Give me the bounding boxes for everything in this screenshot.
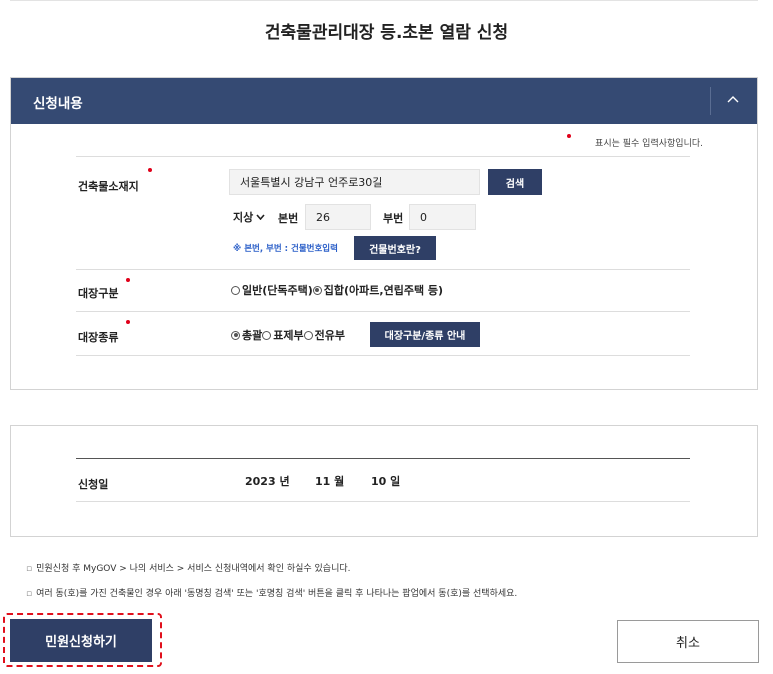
- required-marker: [126, 278, 130, 282]
- main-number-input[interactable]: 26: [305, 204, 371, 230]
- chevron-down-icon: [256, 214, 265, 220]
- ledger-category-label: 대장구분: [78, 287, 119, 300]
- lot-type-select[interactable]: 지상: [233, 204, 265, 230]
- bullet-icon: ▫: [26, 564, 33, 574]
- page-title: 건축물관리대장 등.초본 열람 신청: [264, 23, 509, 43]
- radio-circle-selected: [312, 285, 322, 295]
- notice-item: ▫ 여러 동(호)를 가진 건축물인 경우 아래 '동명칭 검색' 또는 '호명칭…: [26, 589, 518, 599]
- radio-circle-selected: [231, 330, 240, 340]
- form-top-divider: [76, 156, 690, 157]
- radio-circle: [303, 330, 313, 340]
- building-number-help-button[interactable]: 건물번호란?: [354, 236, 436, 260]
- cancel-button[interactable]: 취소: [617, 620, 759, 663]
- ledger-guide-button[interactable]: 대장구분/종류 안내: [370, 322, 480, 347]
- radio-circle: [262, 330, 272, 340]
- date-month: 11 월: [315, 475, 345, 488]
- sub-number-label: 부번: [383, 212, 404, 225]
- address-input[interactable]: 서울특별시 강남구 언주로30길: [229, 169, 480, 195]
- application-panel-header: 신청내용: [11, 78, 757, 124]
- radio-exclusive-section-label: 전유부: [314, 329, 345, 342]
- radio-general-label: 일반(단독주택): [242, 284, 313, 297]
- building-number-hint: ※ 본번, 부번 : 건물번호입력: [233, 244, 338, 254]
- radio-title-section[interactable]: 표제부: [262, 327, 304, 343]
- radio-title-section-label: 표제부: [273, 329, 304, 342]
- required-marker: [567, 134, 571, 138]
- required-marker: [126, 320, 130, 324]
- row-divider: [76, 311, 690, 312]
- date-year: 2023 년: [245, 475, 290, 488]
- radio-general[interactable]: 일반(단독주택): [231, 282, 313, 298]
- required-note: 표시는 필수 입력사항입니다.: [595, 139, 703, 149]
- application-date-label: 신청일: [78, 478, 109, 491]
- address-search-button[interactable]: 검색: [488, 169, 542, 195]
- bullet-icon: ▫: [26, 589, 33, 599]
- radio-exclusive-section[interactable]: 전유부: [303, 327, 345, 343]
- ledger-category-radio-group: 일반(단독주택) 집합(아파트,연립주택 등): [231, 282, 443, 298]
- date-day: 10 일: [371, 475, 401, 488]
- row-divider: [76, 269, 690, 270]
- address-label: 건축물소재지: [78, 180, 139, 193]
- main-number-label: 본번: [278, 212, 299, 225]
- required-marker: [148, 168, 152, 172]
- lot-type-value: 지상: [233, 211, 254, 224]
- collapse-button[interactable]: [711, 78, 757, 124]
- submit-button[interactable]: 민원신청하기: [10, 619, 152, 662]
- radio-summary-label: 총괄: [242, 329, 263, 342]
- ledger-type-radio-group: 총괄 표제부 전유부: [231, 327, 345, 343]
- sub-number-input[interactable]: 0: [409, 204, 476, 230]
- date-top-divider: [76, 458, 690, 459]
- notice-item: ▫ 민원신청 후 MyGOV > 나의 서비스 > 서비스 신청내역에서 확인 하…: [26, 564, 351, 574]
- application-panel-title: 신청내용: [33, 96, 83, 112]
- radio-circle: [231, 285, 240, 295]
- row-divider: [76, 355, 690, 356]
- top-divider: [10, 0, 758, 1]
- radio-collective[interactable]: 집합(아파트,연립주택 등): [312, 282, 444, 298]
- chevron-up-icon: [727, 96, 739, 103]
- radio-summary[interactable]: 총괄: [231, 327, 262, 343]
- date-bottom-divider: [76, 501, 690, 502]
- radio-collective-label: 집합(아파트,연립주택 등): [323, 284, 444, 297]
- ledger-type-label: 대장종류: [78, 331, 119, 344]
